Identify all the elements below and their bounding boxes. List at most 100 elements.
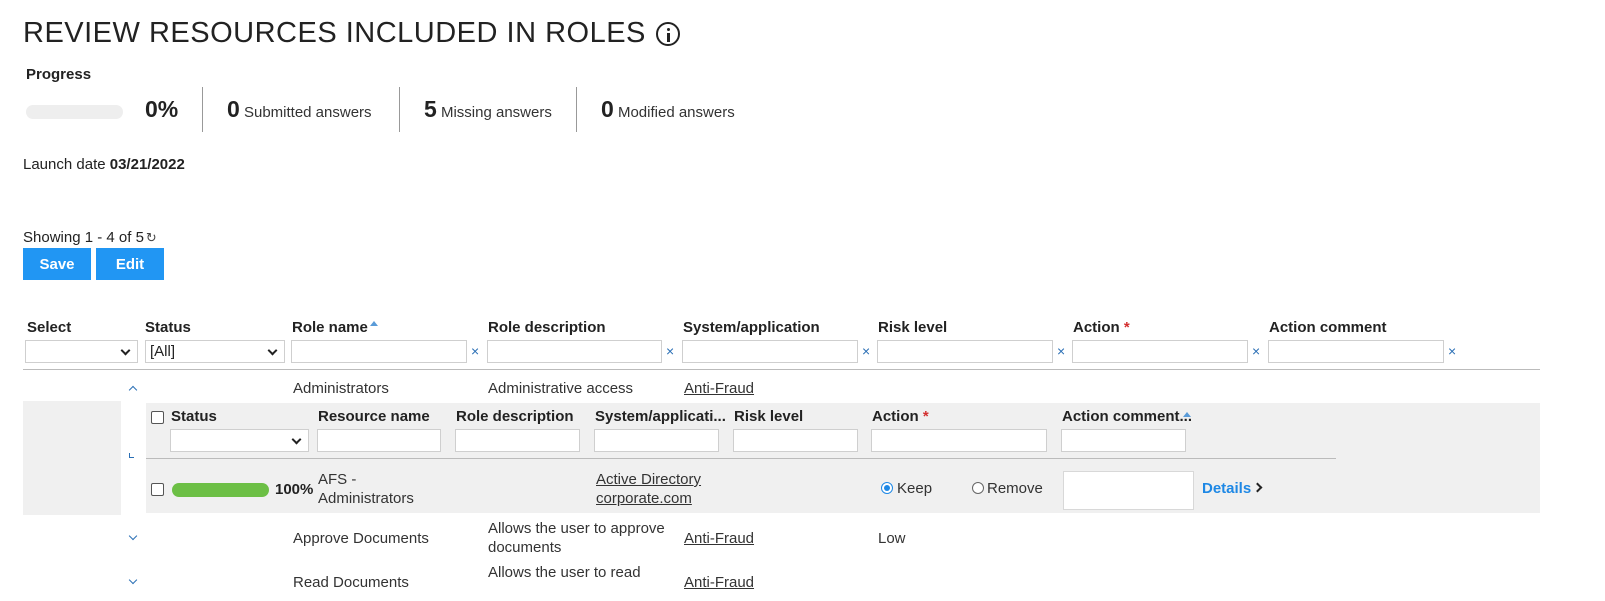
stat-submitted-label: Submitted answers (243, 104, 372, 121)
row-role-name: Administrators (293, 380, 389, 397)
stat-modified-value: 0 (601, 96, 614, 122)
header-select: Select (27, 319, 72, 336)
header-risk-level: Risk level (878, 319, 948, 336)
role-name-filter[interactable] (291, 340, 467, 363)
subheader-action-text: Action (872, 408, 919, 425)
clear-icon[interactable]: × (862, 343, 870, 359)
launch-date: Launch date 03/21/2022 (23, 156, 185, 173)
stat-divider (202, 87, 203, 132)
refresh-icon[interactable]: ↻ (146, 230, 157, 246)
launch-date-value: 03/21/2022 (109, 156, 185, 173)
risk-level-filter[interactable] (877, 340, 1053, 363)
stat-modified-label: Modified answers (617, 104, 735, 121)
row-role-description-line1: Allows the user to approve (488, 520, 665, 537)
save-button[interactable]: Save (23, 248, 91, 280)
header-system-application: System/application (683, 319, 820, 336)
header-role-name[interactable]: Role name (292, 319, 378, 336)
sort-asc-icon[interactable] (369, 321, 378, 326)
page-title: REVIEW RESOURCES INCLUDED IN ROLES (23, 17, 680, 50)
stat-submitted-value: 0 (227, 96, 240, 122)
stat-missing-value: 5 (424, 96, 437, 122)
clear-icon[interactable]: × (1252, 343, 1260, 359)
expand-icon[interactable] (128, 575, 138, 585)
expand-icon[interactable] (128, 531, 138, 541)
subheader-system-application: System/applicati... (595, 408, 726, 425)
stat-missing-label: Missing answers (440, 104, 552, 121)
status-filter[interactable]: [All] (145, 340, 285, 363)
nested-indicator-icon (129, 453, 134, 458)
clear-icon[interactable]: × (471, 343, 479, 359)
action-filter[interactable] (1072, 340, 1248, 363)
stat-missing: 5 Missing answers (424, 96, 552, 123)
subheader-action: Action * (872, 408, 929, 425)
expanded-row-gutter (23, 401, 121, 515)
subtable-status-filter[interactable] (170, 429, 309, 452)
action-comment-filter[interactable] (1268, 340, 1444, 363)
status-filter-value: [All] (150, 343, 176, 360)
header-role-name-text: Role name (292, 319, 368, 336)
subtable-header-divider (146, 458, 1336, 459)
clear-icon[interactable]: × (666, 343, 674, 359)
chevron-down-icon (267, 345, 278, 356)
sort-asc-icon[interactable] (1183, 412, 1191, 417)
remove-label[interactable]: Remove (987, 480, 1043, 497)
row-risk-level: Low (878, 530, 906, 547)
action-comment-input[interactable] (1063, 471, 1194, 510)
subtable-select-all-checkbox[interactable] (151, 411, 164, 424)
remove-radio[interactable] (972, 482, 984, 494)
role-description-filter[interactable] (487, 340, 662, 363)
required-marker: * (922, 408, 929, 425)
resource-name-line2: Administrators (318, 490, 414, 507)
row-system-link[interactable]: Anti-Fraud (684, 380, 754, 397)
subheader-action-comment-text: Action comment... (1062, 408, 1193, 425)
resource-name-line1: AFS - (318, 471, 357, 488)
resource-system-link[interactable]: Active Directory (596, 471, 701, 488)
header-action: Action * (1073, 319, 1130, 336)
resource-progress-bar (172, 483, 269, 497)
progress-percent: 0% (145, 96, 179, 122)
subtable-action-comment-filter[interactable] (1061, 429, 1186, 452)
system-filter[interactable] (682, 340, 858, 363)
subtable-resource-name-filter[interactable] (317, 429, 441, 452)
select-filter[interactable] (25, 340, 138, 363)
resource-system-domain-link[interactable]: corporate.com (596, 490, 692, 507)
page-title-text: REVIEW RESOURCES INCLUDED IN ROLES (23, 17, 646, 49)
row-system-link[interactable]: Anti-Fraud (684, 530, 754, 547)
stat-submitted: 0 Submitted answers (227, 96, 372, 123)
chevron-right-icon (1252, 482, 1263, 493)
clear-icon[interactable]: × (1057, 343, 1065, 359)
stat-divider (399, 87, 400, 132)
header-role-description: Role description (488, 319, 606, 336)
launch-date-label: Launch date (23, 156, 106, 173)
subtable-role-description-filter[interactable] (455, 429, 580, 452)
subheader-risk-level: Risk level (734, 408, 804, 425)
required-marker: * (1123, 319, 1130, 336)
stat-modified: 0 Modified answers (601, 96, 735, 123)
subheader-role-description: Role description (456, 408, 574, 425)
resource-row-checkbox[interactable] (151, 483, 164, 496)
pagination-summary: Showing 1 - 4 of 5 ↻ (23, 229, 157, 246)
collapse-icon[interactable] (128, 385, 138, 395)
details-link-text[interactable]: Details (1202, 480, 1251, 497)
row-role-name: Read Documents (293, 574, 409, 591)
row-role-description: Administrative access (488, 380, 634, 397)
progress-label: Progress (26, 66, 92, 83)
chevron-down-icon (291, 434, 302, 445)
edit-button[interactable]: Edit (96, 248, 164, 280)
pagination-summary-text: Showing 1 - 4 of 5 (23, 229, 144, 246)
overall-progress-bar (26, 105, 123, 119)
subheader-action-comment[interactable]: Action comment... (1062, 408, 1192, 425)
keep-label[interactable]: Keep (897, 480, 932, 497)
keep-radio[interactable] (881, 482, 893, 494)
chevron-down-icon (120, 345, 131, 356)
subtable-system-filter[interactable] (594, 429, 719, 452)
header-divider (23, 369, 1540, 370)
info-icon[interactable] (655, 21, 680, 46)
row-role-description-line1: Allows the user to read (488, 564, 641, 581)
details-link[interactable]: Details (1202, 480, 1263, 497)
row-system-link[interactable]: Anti-Fraud (684, 574, 754, 591)
clear-icon[interactable]: × (1448, 343, 1456, 359)
row-role-description-line2: documents (488, 539, 562, 556)
subtable-risk-level-filter[interactable] (733, 429, 858, 452)
subtable-action-filter[interactable] (871, 429, 1047, 452)
